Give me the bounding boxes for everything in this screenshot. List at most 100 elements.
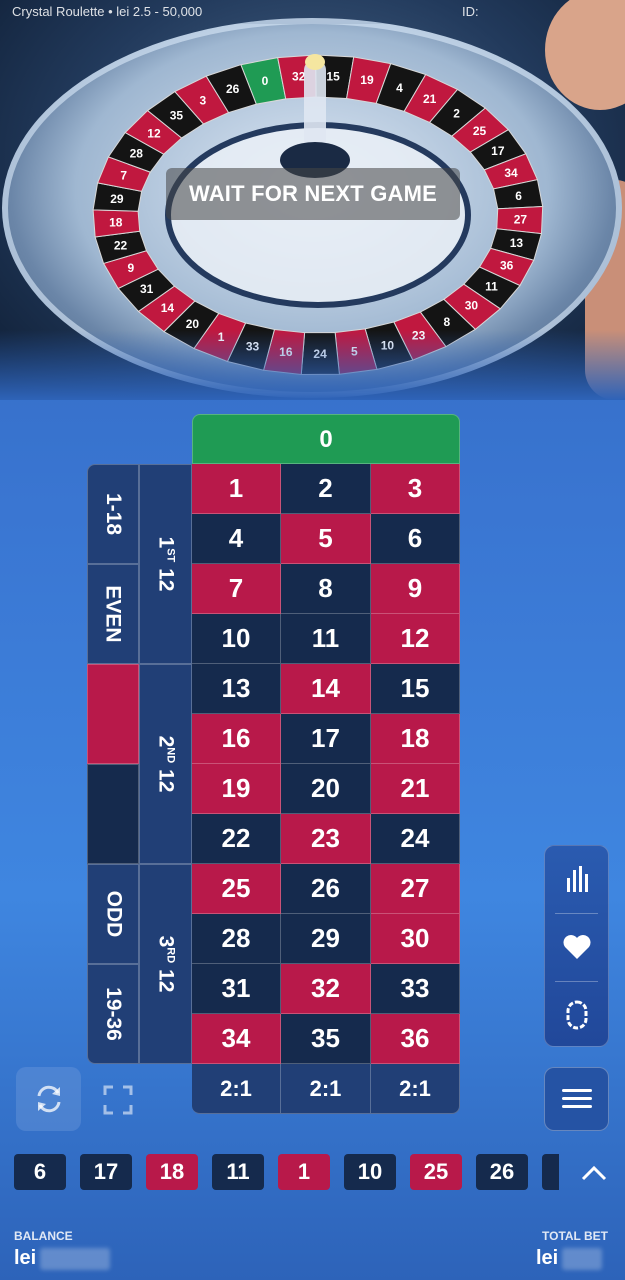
wheel-pocket-number: 28 bbox=[130, 147, 144, 161]
wheel-pocket-number: 23 bbox=[412, 329, 426, 343]
bet-spot-1st-12[interactable]: 1ST 12 bbox=[139, 464, 192, 664]
heart-icon bbox=[563, 935, 590, 959]
bet-spot-black[interactable] bbox=[87, 764, 139, 864]
wheel-pocket bbox=[334, 328, 378, 375]
history-result: 1 bbox=[542, 1154, 559, 1190]
bet-spot-14[interactable]: 14 bbox=[281, 664, 371, 714]
bet-spot-19-36[interactable]: 19-36 bbox=[87, 964, 139, 1064]
bet-spot-27[interactable]: 27 bbox=[371, 864, 460, 914]
wheel-pocket-number: 12 bbox=[147, 127, 161, 141]
bet-spot-2[interactable]: 2 bbox=[281, 464, 371, 514]
bet-label-19-36: 19-36 bbox=[102, 987, 125, 1041]
wheel-pocket-number: 29 bbox=[110, 192, 124, 206]
bet-label-2nd-12: 2ND 12 bbox=[154, 735, 178, 793]
bet-spot-31[interactable]: 31 bbox=[192, 964, 281, 1014]
wheel-pocket bbox=[262, 328, 306, 376]
wheel-pocket-number: 14 bbox=[161, 301, 175, 315]
history-result: 17 bbox=[80, 1154, 132, 1190]
bet-spot-20[interactable]: 20 bbox=[281, 764, 371, 814]
bet-spot-column-3[interactable]: 2:1 bbox=[371, 1064, 460, 1114]
bet-spot-25[interactable]: 25 bbox=[192, 864, 281, 914]
repeat-icon bbox=[37, 1085, 60, 1113]
racetrack-button[interactable] bbox=[545, 982, 608, 1048]
wheel-pocket-number: 5 bbox=[351, 345, 358, 359]
wheel-pocket-number: 17 bbox=[491, 144, 505, 158]
bet-spot-36[interactable]: 36 bbox=[371, 1014, 460, 1064]
wheel-pocket-number: 6 bbox=[515, 189, 522, 203]
bet-spot-23[interactable]: 23 bbox=[281, 814, 371, 864]
bet-spot-34[interactable]: 34 bbox=[192, 1014, 281, 1064]
bet-spot-29[interactable]: 29 bbox=[281, 914, 371, 964]
bet-spot-35[interactable]: 35 bbox=[281, 1014, 371, 1064]
bet-spot-1[interactable]: 1 bbox=[192, 464, 281, 514]
bet-spot-32[interactable]: 32 bbox=[281, 964, 371, 1014]
bet-spot-2nd-12[interactable]: 2ND 12 bbox=[139, 664, 192, 864]
bet-spot-33[interactable]: 33 bbox=[371, 964, 460, 1014]
bet-label-1st-12: 1ST 12 bbox=[154, 536, 178, 592]
repeat-bet-button[interactable] bbox=[16, 1067, 81, 1131]
wheel-pocket-number: 3 bbox=[200, 94, 207, 108]
bet-spot-10[interactable]: 10 bbox=[192, 614, 281, 664]
fullscreen-button[interactable] bbox=[100, 1082, 136, 1118]
bet-spot-even[interactable]: EVEN bbox=[87, 564, 139, 664]
wheel-pocket-number: 32 bbox=[292, 70, 306, 84]
wheel-pocket-number: 8 bbox=[443, 315, 450, 329]
menu-button[interactable] bbox=[544, 1067, 609, 1131]
bet-spot-18[interactable]: 18 bbox=[371, 714, 460, 764]
expand-history-button[interactable] bbox=[576, 1155, 612, 1191]
bet-spot-1-18[interactable]: 1-18 bbox=[87, 464, 139, 564]
bet-spot-12[interactable]: 12 bbox=[371, 614, 460, 664]
bet-spot-6[interactable]: 6 bbox=[371, 514, 460, 564]
wheel-pocket-number: 10 bbox=[381, 339, 395, 353]
wheel-pocket-number: 7 bbox=[120, 169, 127, 183]
bet-spot-15[interactable]: 15 bbox=[371, 664, 460, 714]
statistics-button[interactable] bbox=[545, 846, 608, 912]
bet-spot-5[interactable]: 5 bbox=[281, 514, 371, 564]
wheel-pocket-number: 33 bbox=[246, 340, 260, 354]
wheel-pocket-number: 25 bbox=[473, 124, 487, 138]
balance-amount-hidden bbox=[40, 1247, 111, 1270]
favorites-button[interactable] bbox=[545, 914, 608, 980]
history-result: 11 bbox=[212, 1154, 264, 1190]
round-id: ID: bbox=[462, 4, 479, 19]
bet-spot-26[interactable]: 26 bbox=[281, 864, 371, 914]
balance-value: lei bbox=[14, 1247, 111, 1270]
bet-spot-17[interactable]: 17 bbox=[281, 714, 371, 764]
bet-spot-3rd-12[interactable]: 3RD 12 bbox=[139, 864, 192, 1064]
bet-spot-22[interactable]: 22 bbox=[192, 814, 281, 864]
side-tools-panel bbox=[544, 845, 609, 1047]
bet-spot-3[interactable]: 3 bbox=[371, 464, 460, 514]
wheel-pocket-number: 21 bbox=[423, 92, 437, 106]
total-bet-currency: lei bbox=[536, 1247, 559, 1269]
wheel-pocket bbox=[300, 331, 340, 376]
bet-spot-column-1[interactable]: 2:1 bbox=[192, 1064, 281, 1114]
chevron-up-icon bbox=[581, 1165, 607, 1181]
bet-spot-7[interactable]: 7 bbox=[192, 564, 281, 614]
wheel-pocket-number: 24 bbox=[313, 347, 327, 361]
bet-spot-16[interactable]: 16 bbox=[192, 714, 281, 764]
wheel-pocket-number: 18 bbox=[109, 215, 123, 229]
bet-spot-0[interactable]: 0 bbox=[192, 414, 460, 464]
bet-spot-28[interactable]: 28 bbox=[192, 914, 281, 964]
wheel-pocket-number: 9 bbox=[128, 261, 135, 275]
total-bet-value: lei bbox=[536, 1247, 603, 1270]
bet-spot-column-2[interactable]: 2:1 bbox=[281, 1064, 371, 1114]
bet-spot-13[interactable]: 13 bbox=[192, 664, 281, 714]
wheel-pocket-number: 4 bbox=[396, 81, 403, 95]
recent-results: 617181111025261 bbox=[14, 1154, 559, 1190]
bet-spot-odd[interactable]: ODD bbox=[87, 864, 139, 964]
bet-spot-19[interactable]: 19 bbox=[192, 764, 281, 814]
wheel-pocket-number: 15 bbox=[326, 69, 340, 83]
bet-spot-21[interactable]: 21 bbox=[371, 764, 460, 814]
bet-spot-30[interactable]: 30 bbox=[371, 914, 460, 964]
total-bet-amount-hidden bbox=[562, 1247, 603, 1270]
live-video-stream: 0 32 15 19 4 21 2 25 17 34 6 27 13 36 11 30 8 23 10 5 24 16 33… bbox=[0, 0, 625, 400]
wheel-pocket-number: 35 bbox=[170, 109, 184, 123]
bet-spot-9[interactable]: 9 bbox=[371, 564, 460, 614]
bet-spot-8[interactable]: 8 bbox=[281, 564, 371, 614]
bet-spot-4[interactable]: 4 bbox=[192, 514, 281, 564]
bet-spot-11[interactable]: 11 bbox=[281, 614, 371, 664]
wheel-pocket-number: 13 bbox=[510, 236, 524, 250]
bet-spot-red[interactable] bbox=[87, 664, 139, 764]
bet-spot-24[interactable]: 24 bbox=[371, 814, 460, 864]
